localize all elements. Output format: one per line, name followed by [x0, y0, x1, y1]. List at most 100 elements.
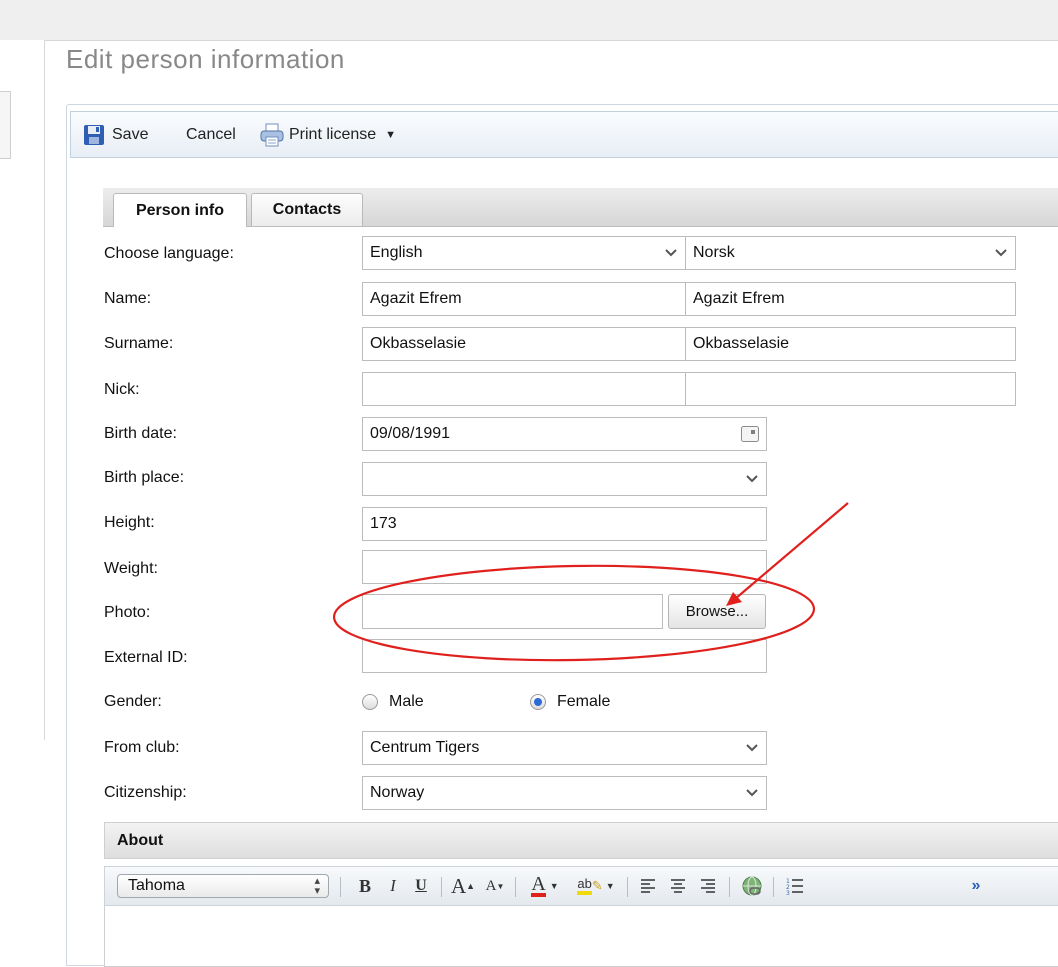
align-left-icon: [641, 879, 655, 893]
chevron-down-icon: [657, 237, 685, 269]
align-left-button[interactable]: [635, 872, 661, 900]
svg-text:3: 3: [786, 890, 790, 895]
toolbar: Save Cancel Print license ▼: [70, 111, 1058, 158]
cancel-button[interactable]: Cancel: [186, 112, 236, 157]
underline-label: U: [415, 877, 427, 894]
choose-language-label: Choose language:: [104, 245, 234, 262]
left-panel-tab[interactable]: [0, 91, 11, 159]
citizenship-label: Citizenship:: [104, 784, 187, 801]
decrease-font-label: A: [485, 877, 497, 894]
cancel-label: Cancel: [186, 125, 236, 143]
insert-link-button[interactable]: [737, 872, 767, 900]
surname-secondary-value: Okbasselasie: [693, 335, 790, 352]
align-center-button[interactable]: [665, 872, 691, 900]
gender-female-radio[interactable]: [530, 694, 546, 710]
more-tools-button[interactable]: »: [963, 872, 989, 900]
gender-male-radio[interactable]: [362, 694, 378, 710]
chevron-down-icon: [738, 732, 766, 764]
editor-toolbar: Tahoma ▴▾ B I U A▲ A▼ A ▼ ab ✎ ▼ 123: [104, 866, 1058, 906]
more-tools-label: »: [971, 877, 981, 894]
chevron-down-icon: [738, 463, 766, 495]
align-right-button[interactable]: [695, 872, 721, 900]
weight-input[interactable]: [362, 550, 767, 584]
top-bar: [0, 0, 1058, 41]
height-input[interactable]: 173: [362, 507, 767, 541]
gender-male-label: Male: [389, 693, 424, 710]
align-center-icon: [671, 879, 685, 893]
numbered-list-icon: 123: [786, 878, 803, 895]
save-icon: [83, 124, 105, 146]
birth-place-select[interactable]: [362, 462, 767, 496]
nick-input-secondary[interactable]: [685, 372, 1016, 406]
citizenship-select[interactable]: Norway: [362, 776, 767, 810]
name-input-secondary[interactable]: Agazit Efrem: [685, 282, 1016, 316]
surname-input-primary[interactable]: Okbasselasie: [362, 327, 686, 361]
page-title: Edit person information: [66, 44, 345, 74]
from-club-select[interactable]: Centrum Tigers: [362, 731, 767, 765]
browse-label: Browse...: [685, 603, 749, 620]
photo-file-input[interactable]: [362, 594, 663, 629]
caret-down-icon: ▼: [385, 128, 397, 141]
save-label: Save: [112, 125, 149, 143]
toolbar-separator: [515, 877, 516, 897]
font-color-label: A: [531, 873, 546, 897]
nick-input-primary[interactable]: [362, 372, 686, 406]
caret-down-icon: ▼: [605, 881, 615, 891]
increase-font-label: A: [450, 873, 467, 898]
numbered-list-button[interactable]: 123: [781, 872, 809, 900]
birth-date-input[interactable]: 09/08/1991: [362, 417, 767, 451]
align-right-icon: [701, 879, 715, 893]
photo-label: Photo:: [104, 604, 151, 621]
tab-strip: Person info Contacts: [103, 188, 1058, 227]
toolbar-separator: [729, 877, 730, 897]
updown-arrows-icon: ▴ ▾: [314, 875, 320, 897]
globe-link-icon: [742, 876, 762, 896]
language-secondary-value: Norsk: [693, 244, 735, 261]
gender-label: Gender:: [104, 693, 162, 710]
toolbar-separator: [441, 877, 442, 897]
highlight-label: ab: [577, 877, 592, 895]
font-family-select[interactable]: Tahoma ▴ ▾: [117, 874, 329, 898]
save-button[interactable]: Save: [83, 112, 148, 157]
language-select-primary[interactable]: English: [362, 236, 686, 270]
underline-button[interactable]: U: [409, 872, 433, 900]
tab-person-info-label: Person info: [135, 201, 224, 219]
height-label: Height:: [104, 514, 155, 531]
decrease-font-button[interactable]: A ▼: [483, 872, 507, 900]
bold-button[interactable]: B: [353, 872, 377, 900]
font-color-button[interactable]: A ▼: [523, 872, 567, 900]
print-license-button[interactable]: Print license ▼: [259, 112, 396, 157]
name-input-primary[interactable]: Agazit Efrem: [362, 282, 686, 316]
name-label: Name:: [104, 290, 152, 307]
tab-person-info[interactable]: Person info: [113, 193, 247, 227]
chevron-down-icon: [987, 237, 1015, 269]
name-secondary-value: Agazit Efrem: [693, 290, 785, 307]
toolbar-separator: [773, 877, 774, 897]
birth-date-label: Birth date:: [104, 425, 177, 442]
about-editor-area[interactable]: [104, 906, 1058, 967]
surname-primary-value: Okbasselasie: [370, 335, 467, 352]
from-club-value: Centrum Tigers: [370, 739, 480, 756]
increase-font-button[interactable]: A ▲: [449, 872, 477, 900]
highlight-color-button[interactable]: ab ✎ ▼: [573, 872, 619, 900]
calendar-icon[interactable]: [740, 424, 760, 444]
italic-button[interactable]: I: [381, 872, 405, 900]
caret-down-icon: ▼: [549, 881, 559, 891]
tab-contacts[interactable]: Contacts: [251, 193, 363, 226]
toolbar-separator: [627, 877, 628, 897]
surname-input-secondary[interactable]: Okbasselasie: [685, 327, 1016, 361]
language-select-secondary[interactable]: Norsk: [685, 236, 1016, 270]
language-primary-value: English: [370, 244, 423, 261]
birth-date-value: 09/08/1991: [370, 425, 451, 442]
height-value: 173: [370, 515, 397, 532]
about-label: About: [117, 831, 164, 849]
external-id-input[interactable]: [362, 639, 767, 673]
gender-female-label: Female: [557, 693, 611, 710]
tab-contacts-label: Contacts: [272, 201, 342, 218]
chevron-down-icon: [738, 777, 766, 809]
from-club-label: From club:: [104, 739, 180, 756]
browse-button[interactable]: Browse...: [668, 594, 766, 629]
highlighter-icon: ✎: [591, 878, 603, 893]
print-license-label: Print license: [289, 125, 377, 143]
font-family-value: Tahoma: [128, 877, 185, 894]
